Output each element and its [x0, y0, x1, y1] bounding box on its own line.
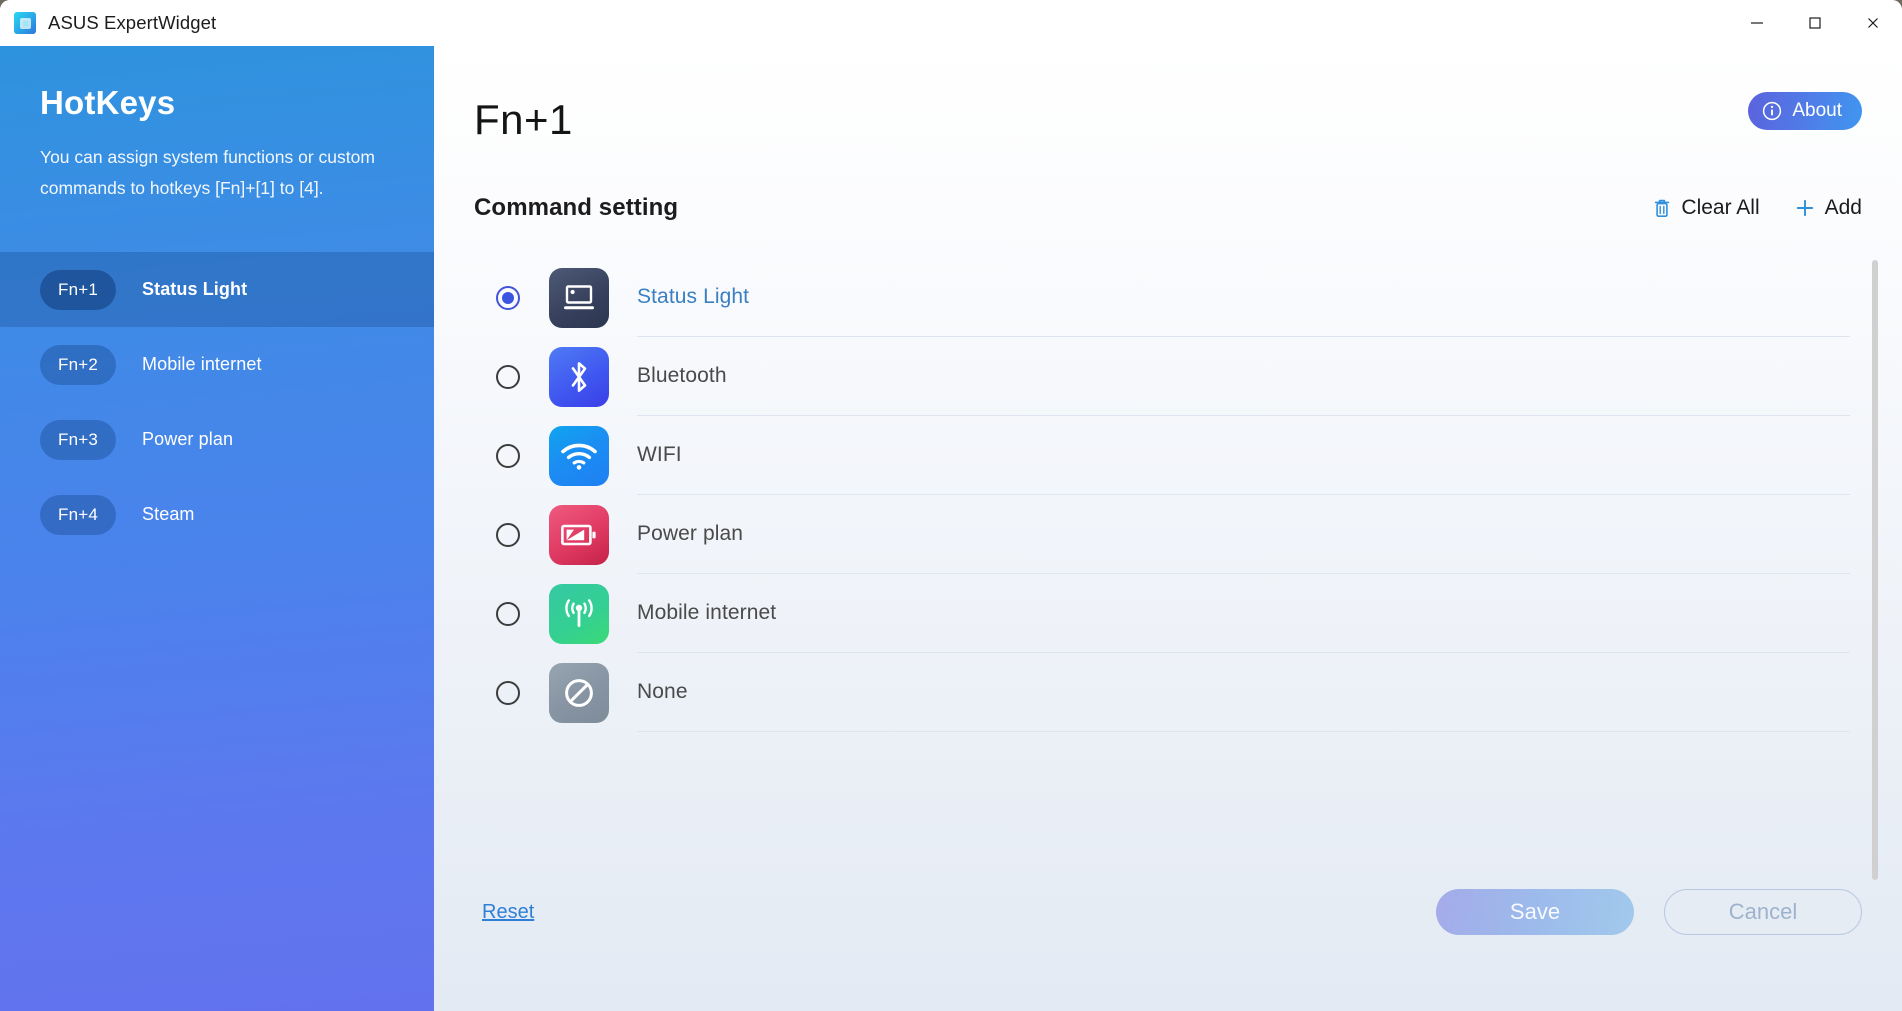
sidebar-item-label: Status Light [142, 279, 248, 299]
cellular-tower-icon [549, 583, 609, 644]
section-title: Command setting [474, 194, 679, 221]
maximize-button[interactable] [1786, 0, 1844, 46]
option-row-mobile-internet[interactable]: Mobile internet [474, 574, 1850, 653]
option-row-bluetooth[interactable]: Bluetooth [474, 337, 1850, 416]
about-button-label: About [1792, 100, 1842, 121]
option-content: None [637, 653, 1850, 732]
page-title: Fn+1 [474, 96, 573, 143]
close-button[interactable] [1844, 0, 1902, 46]
window-controls [1728, 0, 1902, 46]
option-radio[interactable] [496, 522, 520, 547]
command-setting-row: Command setting Clear All Add [474, 194, 1862, 222]
sidebar-item-fn4[interactable]: Fn+4 Steam [0, 477, 434, 552]
sidebar-item-key: Fn+2 [40, 344, 116, 385]
app-icon [14, 12, 36, 34]
option-radio[interactable] [496, 285, 520, 310]
title-bar[interactable]: ASUS ExpertWidget [0, 0, 1902, 46]
option-radio[interactable] [496, 601, 520, 626]
add-button[interactable]: Add [1794, 196, 1862, 220]
save-button[interactable]: Save [1436, 889, 1634, 935]
minimize-button[interactable] [1728, 0, 1786, 46]
app-window: ASUS ExpertWidget HotKeys You can assign… [0, 0, 1902, 1011]
option-row-wifi[interactable]: WIFI [474, 416, 1850, 495]
sidebar-item-label: Mobile internet [142, 354, 262, 374]
command-options-list: Status Light Bluetooth WIFI Power plan M… [474, 258, 1884, 871]
option-label: Mobile internet [637, 601, 777, 624]
option-content: Power plan [637, 495, 1850, 574]
main-content: Fn+1 About Command setting Clear All Add… [434, 46, 1902, 1011]
laptop-status-light-icon [549, 267, 609, 328]
option-label: None [637, 680, 688, 703]
sidebar-item-fn1[interactable]: Fn+1 Status Light [0, 252, 434, 327]
option-content: WIFI [637, 416, 1850, 495]
no-entry-icon [549, 662, 609, 723]
sidebar-description: You can assign system functions or custo… [40, 147, 375, 198]
clear-all-button[interactable]: Clear All [1652, 196, 1760, 220]
option-radio[interactable] [496, 364, 520, 389]
add-label: Add [1824, 196, 1862, 219]
option-radio[interactable] [496, 443, 520, 468]
list-scrollbar[interactable] [1872, 260, 1878, 880]
sidebar-item-fn3[interactable]: Fn+3 Power plan [0, 402, 434, 477]
option-row-power-plan[interactable]: Power plan [474, 495, 1850, 574]
option-radio[interactable] [496, 680, 520, 705]
option-label: Bluetooth [637, 364, 727, 387]
option-content: Bluetooth [637, 337, 1850, 416]
option-label: Power plan [637, 522, 744, 545]
command-actions: Clear All Add [1652, 196, 1862, 220]
battery-icon [549, 504, 609, 565]
option-content: Status Light [637, 258, 1850, 337]
sidebar-item-label: Steam [142, 504, 195, 524]
option-row-status-light[interactable]: Status Light [474, 258, 1850, 337]
sidebar-item-key: Fn+1 [40, 269, 116, 310]
cancel-button[interactable]: Cancel [1664, 889, 1862, 935]
sidebar-item-key: Fn+4 [40, 494, 116, 535]
bluetooth-icon [549, 346, 609, 407]
app-title: ASUS ExpertWidget [48, 12, 217, 33]
option-content: Mobile internet [637, 574, 1850, 653]
info-icon [1762, 101, 1782, 121]
option-label: Status Light [637, 285, 750, 308]
trash-icon [1652, 197, 1672, 219]
sidebar-item-key: Fn+3 [40, 419, 116, 460]
plus-icon [1794, 197, 1816, 219]
sidebar-nav-list: Fn+1 Status Light Fn+2 Mobile internet F… [0, 252, 434, 552]
sidebar-header: HotKeys You can assign system functions … [0, 46, 434, 204]
reset-link[interactable]: Reset [482, 901, 534, 924]
footer-actions: Reset Save Cancel [434, 851, 1902, 1011]
sidebar-item-fn2[interactable]: Fn+2 Mobile internet [0, 327, 434, 402]
about-button[interactable]: About [1748, 92, 1862, 130]
wifi-icon [549, 425, 609, 486]
sidebar: HotKeys You can assign system functions … [0, 46, 434, 1011]
clear-all-label: Clear All [1681, 196, 1760, 219]
sidebar-title: HotKeys [40, 84, 176, 121]
option-row-none[interactable]: None [474, 653, 1850, 732]
sidebar-item-label: Power plan [142, 429, 234, 449]
option-label: WIFI [637, 443, 682, 466]
